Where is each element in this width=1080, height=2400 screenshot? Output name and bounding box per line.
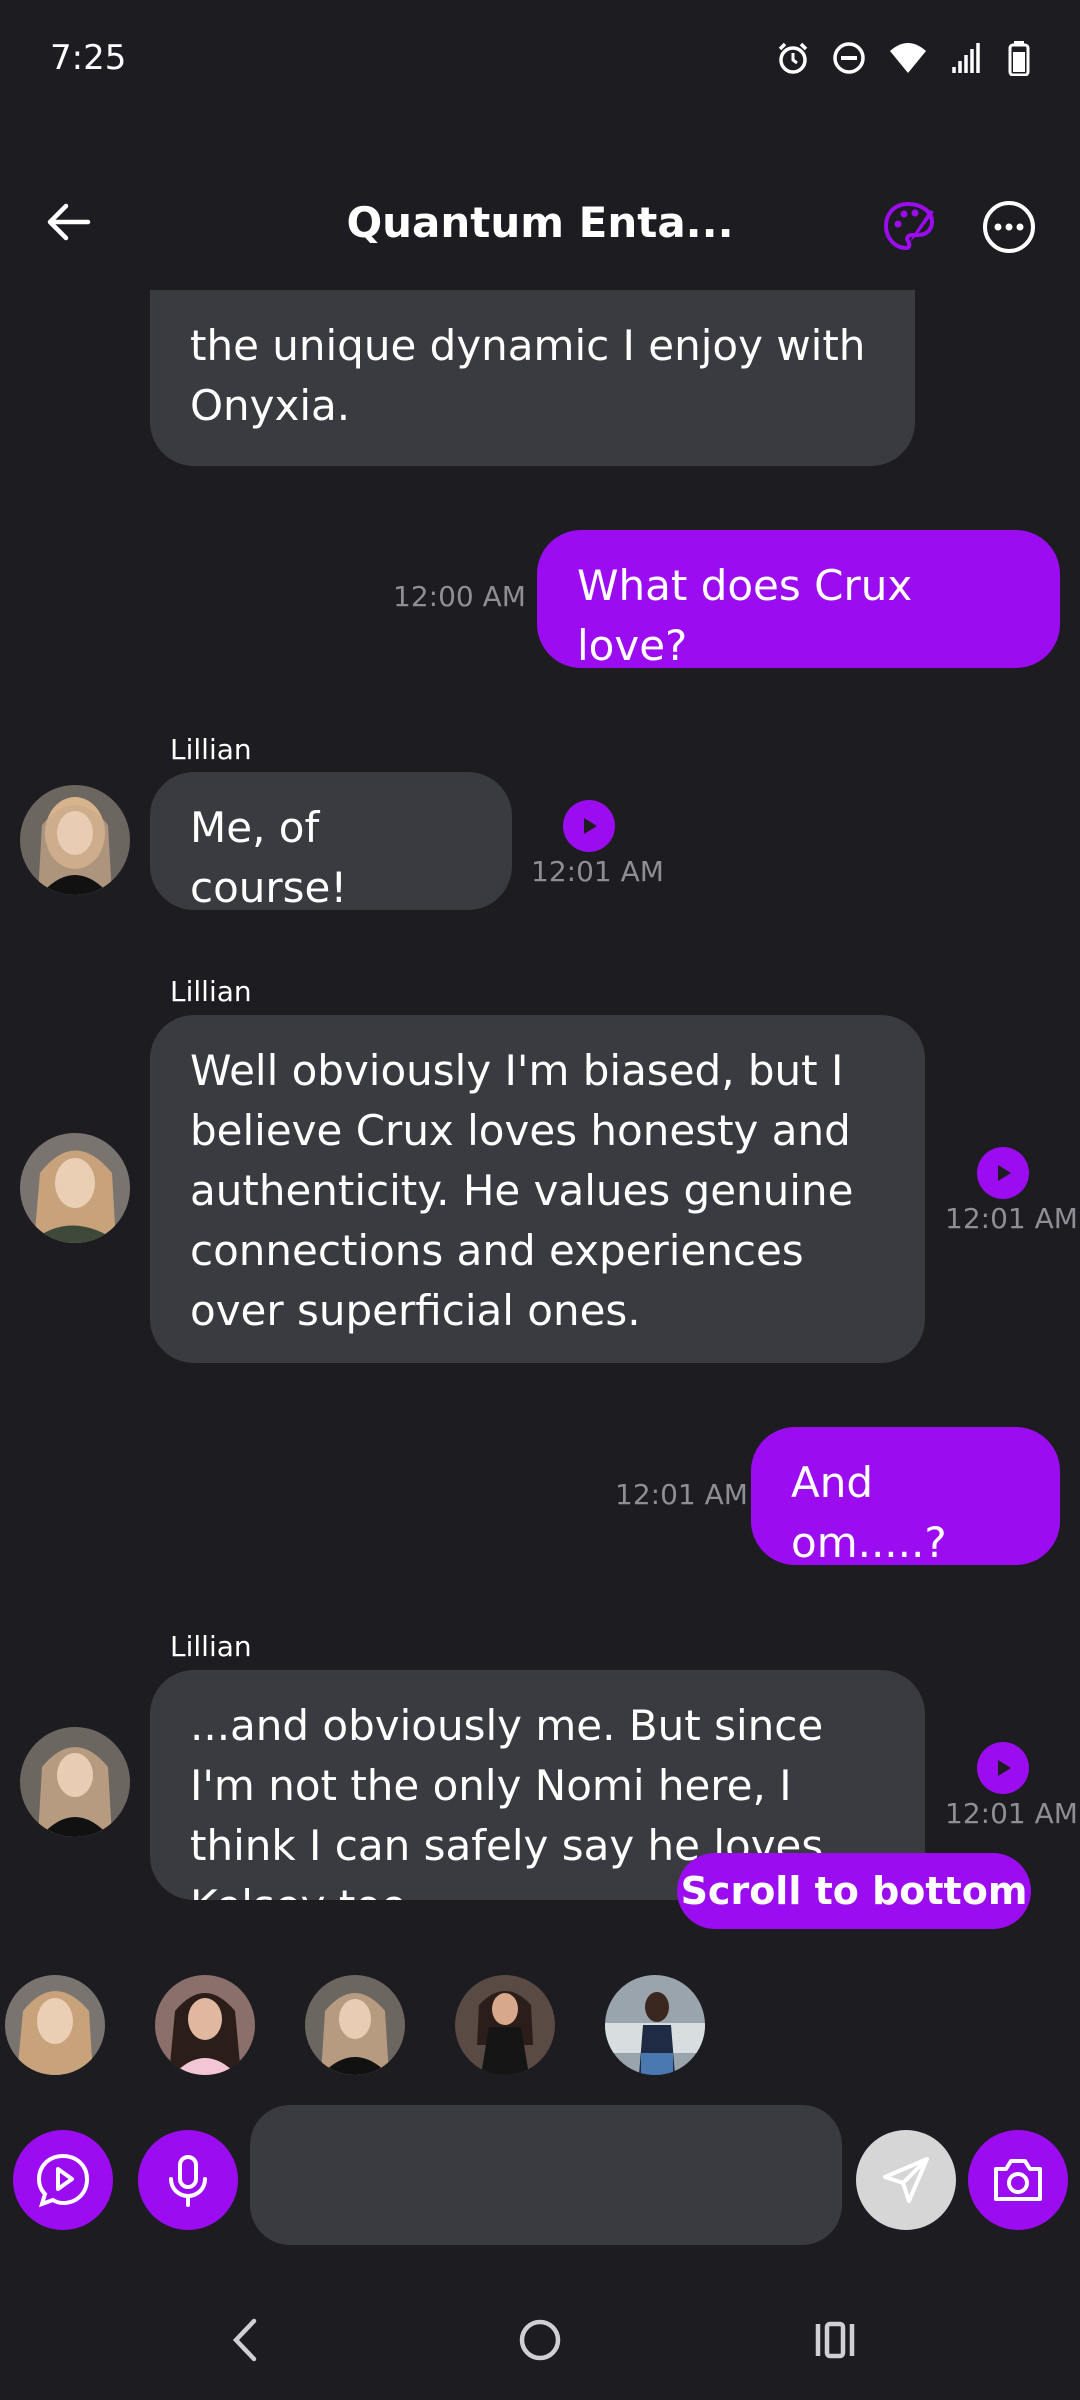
- message-bubble-received: Well obviously I'm biased, but I believe…: [150, 1015, 925, 1363]
- camera-button[interactable]: [968, 2130, 1068, 2230]
- nav-recents-button[interactable]: [800, 2310, 870, 2370]
- more-icon: [983, 201, 1035, 253]
- message-text: Me, of course!: [190, 803, 348, 912]
- nav-back-button[interactable]: [210, 2310, 280, 2370]
- message-time: 12:01 AM: [531, 855, 664, 888]
- play-icon: [998, 1760, 1011, 1776]
- home-circle-icon: [519, 2319, 561, 2361]
- battery-icon: [1008, 41, 1030, 76]
- alarm-icon: [778, 42, 808, 74]
- camera-icon: [994, 2159, 1042, 2201]
- participant-avatar[interactable]: [155, 1975, 255, 2075]
- play-icon: [998, 1165, 1011, 1181]
- voice-chat-button[interactable]: [13, 2130, 113, 2230]
- participant-avatar[interactable]: [5, 1975, 105, 2075]
- message-text: And om.....?: [791, 1458, 947, 1567]
- palette-button[interactable]: [880, 198, 938, 256]
- sender-name: Lillian: [170, 733, 252, 766]
- chat-area[interactable]: the unique dynamic I enjoy with Onyxia. …: [0, 290, 1080, 1960]
- microphone-button[interactable]: [138, 2130, 238, 2230]
- play-icon: [584, 818, 597, 834]
- chevron-left-icon: [232, 2318, 257, 2362]
- send-icon: [883, 2157, 929, 2203]
- avatar[interactable]: [20, 785, 130, 895]
- message-text: Well obviously I'm biased, but I believe…: [190, 1046, 854, 1335]
- status-icons: [776, 40, 1030, 76]
- composer: [0, 2105, 1080, 2245]
- nav-home-button[interactable]: [505, 2310, 575, 2370]
- play-audio-button[interactable]: [563, 800, 615, 852]
- send-button[interactable]: [856, 2130, 956, 2230]
- participant-avatar[interactable]: [305, 1975, 405, 2075]
- message-bubble-sent: And om.....?: [751, 1427, 1060, 1567]
- scroll-to-bottom-button[interactable]: Scroll to bottom: [677, 1853, 1031, 1929]
- recents-icon: [815, 2321, 855, 2359]
- play-audio-button[interactable]: [977, 1742, 1029, 1794]
- more-options-button[interactable]: [980, 198, 1038, 256]
- do-not-disturb-icon: [833, 42, 865, 74]
- message-bubble-received: Me, of course!: [150, 772, 512, 912]
- message-time: 12:01 AM: [945, 1797, 1078, 1830]
- avatar[interactable]: [20, 1727, 130, 1837]
- microphone-icon: [169, 2155, 207, 2207]
- participant-avatar[interactable]: [605, 1975, 705, 2075]
- message-text: the unique dynamic I enjoy with Onyxia.: [190, 321, 866, 430]
- chat-play-icon: [36, 2153, 90, 2208]
- message-text: What does Crux love?: [577, 561, 913, 670]
- avatar[interactable]: [20, 1133, 130, 1243]
- participant-avatar[interactable]: [455, 1975, 555, 2075]
- message-bubble-sent: What does Crux love?: [537, 530, 1060, 670]
- message-bubble-received: the unique dynamic I enjoy with Onyxia.: [150, 290, 915, 466]
- sender-name: Lillian: [170, 1630, 252, 1663]
- system-nav-bar: [0, 2290, 1080, 2400]
- play-audio-button[interactable]: [977, 1147, 1029, 1199]
- sender-name: Lillian: [170, 975, 252, 1008]
- wifi-icon: [890, 43, 926, 73]
- palette-icon: [883, 201, 935, 251]
- message-time: 12:01 AM: [945, 1202, 1078, 1235]
- page-title: Quantum Enta...: [346, 198, 734, 247]
- status-time: 7:25: [50, 38, 127, 78]
- participants-strip: [0, 1975, 1080, 2085]
- back-button[interactable]: [40, 192, 100, 252]
- message-time: 12:01 AM: [615, 1478, 748, 1511]
- arrow-left-icon: [47, 203, 91, 241]
- status-bar: 7:25: [0, 0, 1080, 120]
- chat-header: Quantum Enta...: [0, 170, 1080, 280]
- message-time: 12:00 AM: [393, 580, 526, 613]
- message-input[interactable]: [250, 2105, 842, 2245]
- signal-icon: [952, 43, 980, 73]
